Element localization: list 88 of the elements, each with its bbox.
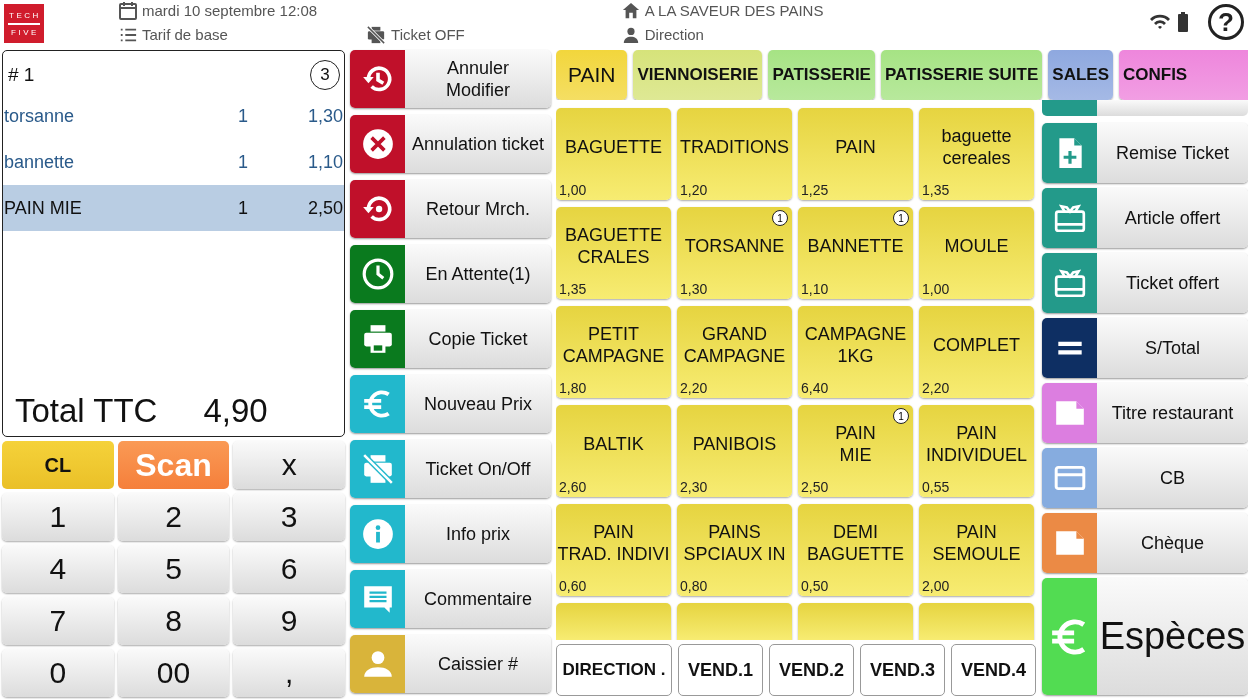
- payment-button[interactable]: CB: [1042, 448, 1248, 508]
- help-button[interactable]: ?: [1208, 4, 1244, 40]
- keypad-key[interactable]: 9: [233, 597, 345, 645]
- keypad-key[interactable]: 00: [117, 649, 230, 697]
- category-tab[interactable]: SALES: [1048, 50, 1113, 100]
- payment-button[interactable]: Chèque: [1042, 513, 1248, 573]
- keypad-key[interactable]: 2: [117, 493, 230, 541]
- product-tile[interactable]: PETIT CAMPAGNE 1,80: [556, 306, 671, 398]
- action-button[interactable]: En Attente(1): [350, 245, 551, 303]
- date-time: mardi 10 septembre 12:08: [142, 2, 318, 19]
- product-tile[interactable]: GRAND CAMPAGNE 2,20: [677, 306, 792, 398]
- product-tile[interactable]: MOULE 1,00: [919, 207, 1034, 299]
- keypad-key[interactable]: 1: [2, 493, 114, 541]
- keypad-key[interactable]: 4: [2, 545, 114, 593]
- battery-icon: [1178, 12, 1188, 32]
- product-tile[interactable]: [556, 603, 671, 640]
- calendar-icon: [118, 0, 138, 21]
- product-tile[interactable]: PAIN TRAD. INDIVI 0,60: [556, 504, 671, 596]
- quantity-badge: 1: [893, 210, 909, 226]
- payment-button[interactable]: Article offert: [1042, 188, 1248, 248]
- payment-button[interactable]: S/Total: [1042, 318, 1248, 378]
- logo-text: FIVE: [10, 27, 39, 37]
- product-tile[interactable]: baguette cereales 1,35: [919, 108, 1034, 200]
- action-button[interactable]: Annulation ticket: [350, 115, 551, 173]
- action-button[interactable]: Caissier #: [350, 635, 551, 693]
- keypad-key[interactable]: 5: [117, 545, 230, 593]
- ticket-status: Ticket OFF: [391, 26, 465, 43]
- category-tab[interactable]: CONFIS: [1119, 50, 1248, 100]
- total-label: Total TTC: [15, 392, 158, 430]
- product-tile[interactable]: PAIN 1,25: [798, 108, 913, 200]
- action-button[interactable]: Annuler Modifier: [350, 50, 551, 108]
- keypad-key[interactable]: 8: [117, 597, 230, 645]
- seller-button[interactable]: DIRECTION .: [556, 644, 672, 696]
- user-name: Direction: [644, 26, 704, 43]
- keypad-key[interactable]: 6: [233, 545, 345, 593]
- keypad-key[interactable]: 0: [2, 649, 114, 697]
- product-tile[interactable]: PANIBOIS 2,30: [677, 405, 792, 497]
- product-tile[interactable]: PAINS SPCIAUX IN 0,80: [677, 504, 792, 596]
- category-tab[interactable]: PATISSERIE SUITE: [880, 50, 1043, 100]
- product-tile[interactable]: BANNETTE 1,10 1: [798, 207, 913, 299]
- product-tile[interactable]: [919, 603, 1034, 640]
- payment-button[interactable]: [1042, 100, 1248, 116]
- payment-button[interactable]: Remise Ticket: [1042, 123, 1248, 183]
- keypad-key[interactable]: 3: [233, 493, 345, 541]
- product-tile[interactable]: TRADITIONS 1,20: [677, 108, 792, 200]
- product-tile[interactable]: TORSANNE 1,30 1: [677, 207, 792, 299]
- action-button[interactable]: Nouveau Prix: [350, 375, 551, 433]
- category-tab[interactable]: PAIN: [556, 50, 628, 100]
- product-tile[interactable]: BAGUETTE CRALES 1,35: [556, 207, 671, 299]
- ticket-line[interactable]: bannette 1 1,10: [3, 139, 344, 185]
- wifi-icon: [1150, 14, 1170, 30]
- logo-text: TECH: [8, 10, 41, 20]
- clear-button[interactable]: CL: [2, 441, 114, 489]
- shop-name: A LA SAVEUR DES PAINS: [644, 2, 824, 19]
- seller-button[interactable]: VEND.4: [951, 644, 1036, 696]
- product-tile[interactable]: PAIN SEMOULE 2,00: [919, 504, 1034, 596]
- product-tile[interactable]: BAGUETTE 1,00: [556, 108, 671, 200]
- keypad-key[interactable]: x: [233, 441, 345, 489]
- payment-button[interactable]: Ticket offert: [1042, 253, 1248, 313]
- tariff-label: Tarif de base: [142, 26, 228, 43]
- keypad-key[interactable]: ,: [233, 649, 345, 697]
- product-tile[interactable]: DEMI BAGUETTE 0,50: [798, 504, 913, 596]
- product-tile[interactable]: [677, 603, 792, 640]
- seller-button[interactable]: VEND.3: [860, 644, 945, 696]
- printer-off-icon: [365, 24, 388, 45]
- category-tab[interactable]: PATISSERIE: [768, 50, 875, 100]
- keypad-key[interactable]: 7: [2, 597, 114, 645]
- product-tile[interactable]: PAIN INDIVIDUEL 0,55: [919, 405, 1034, 497]
- product-tile[interactable]: COMPLET 2,20: [919, 306, 1034, 398]
- category-tab[interactable]: VIENNOISERIE: [633, 50, 763, 100]
- seller-button[interactable]: VEND.2: [769, 644, 854, 696]
- seller-button[interactable]: VEND.1: [678, 644, 763, 696]
- ticket-line[interactable]: torsanne 1 1,30: [3, 93, 344, 139]
- payment-button[interactable]: Espèces: [1042, 578, 1248, 695]
- action-button[interactable]: Ticket On/Off: [350, 440, 551, 498]
- action-button[interactable]: Copie Ticket: [350, 310, 551, 368]
- total-amount: 4,90: [203, 392, 268, 430]
- action-button[interactable]: Commentaire: [350, 570, 551, 628]
- quantity-badge: 1: [893, 408, 909, 424]
- product-tile[interactable]: BALTIK 2,60: [556, 405, 671, 497]
- product-tile[interactable]: [798, 603, 913, 640]
- quantity-badge: 1: [772, 210, 788, 226]
- action-button[interactable]: Retour Mrch.: [350, 180, 551, 238]
- product-tile[interactable]: CAMPAGNE 1KG 6,40: [798, 306, 913, 398]
- payment-button[interactable]: Titre restaurant: [1042, 383, 1248, 443]
- product-tile[interactable]: PAIN MIE 2,50 1: [798, 405, 913, 497]
- action-button[interactable]: Info prix: [350, 505, 551, 563]
- ticket-number: # 1: [8, 64, 35, 86]
